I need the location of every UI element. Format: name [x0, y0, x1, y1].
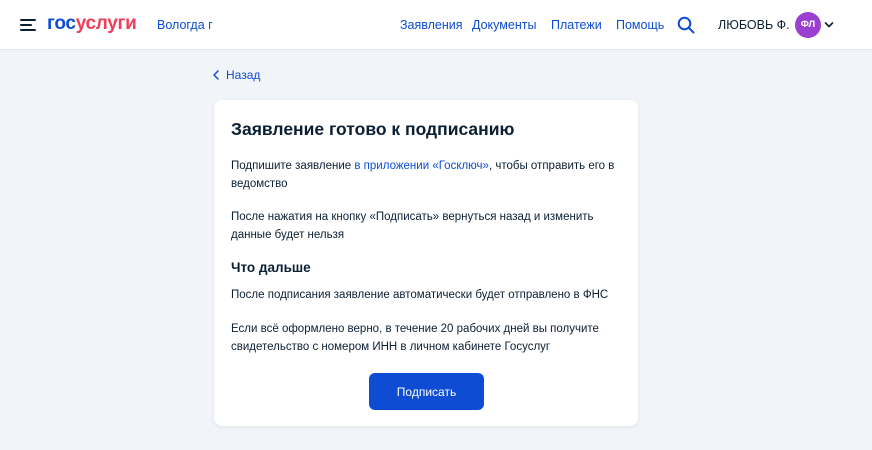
- card-title: Заявление готово к подписанию: [231, 119, 515, 139]
- back-label: Назад: [226, 68, 261, 82]
- nav-documents[interactable]: Документы: [472, 18, 536, 32]
- search-icon[interactable]: [677, 16, 695, 34]
- sign-instruction: Подпишите заявление в приложении «Госклю…: [231, 157, 621, 193]
- signing-card: Заявление готово к подписанию Подпишите …: [214, 100, 638, 426]
- avatar[interactable]: ФЛ: [795, 12, 821, 38]
- top-header: госуслуги Вологда г Заявления Документы …: [0, 0, 872, 50]
- chevron-down-icon[interactable]: [824, 20, 834, 30]
- logo-part-uslugi: услуги: [75, 13, 137, 34]
- sign-instruction-text-start: Подпишите заявление: [231, 160, 355, 172]
- inn-certificate-note: Если всё оформлено верно, в течение 20 р…: [231, 323, 599, 353]
- nav-payments[interactable]: Платежи: [551, 18, 602, 32]
- logo-part-gos: гос: [47, 13, 76, 34]
- nav-help[interactable]: Помощь: [616, 18, 664, 32]
- back-link[interactable]: Назад: [213, 68, 260, 82]
- no-edit-warning: После нажатия на кнопку «Подписать» верн…: [231, 211, 594, 241]
- whats-next-heading: Что дальше: [231, 260, 311, 275]
- chevron-left-icon: [213, 70, 219, 80]
- gosuslugi-logo[interactable]: госуслуги: [47, 13, 137, 35]
- goskey-app-link[interactable]: в приложении «Госключ»: [354, 160, 489, 172]
- menu-icon[interactable]: [20, 19, 36, 32]
- nav-applications[interactable]: Заявления: [400, 18, 463, 32]
- auto-send-note: После подписания заявление автоматически…: [231, 289, 609, 301]
- city-selector[interactable]: Вологда г: [157, 18, 213, 32]
- user-name[interactable]: ЛЮБОВЬ Ф.: [718, 18, 790, 32]
- sign-button[interactable]: Подписать: [369, 373, 484, 410]
